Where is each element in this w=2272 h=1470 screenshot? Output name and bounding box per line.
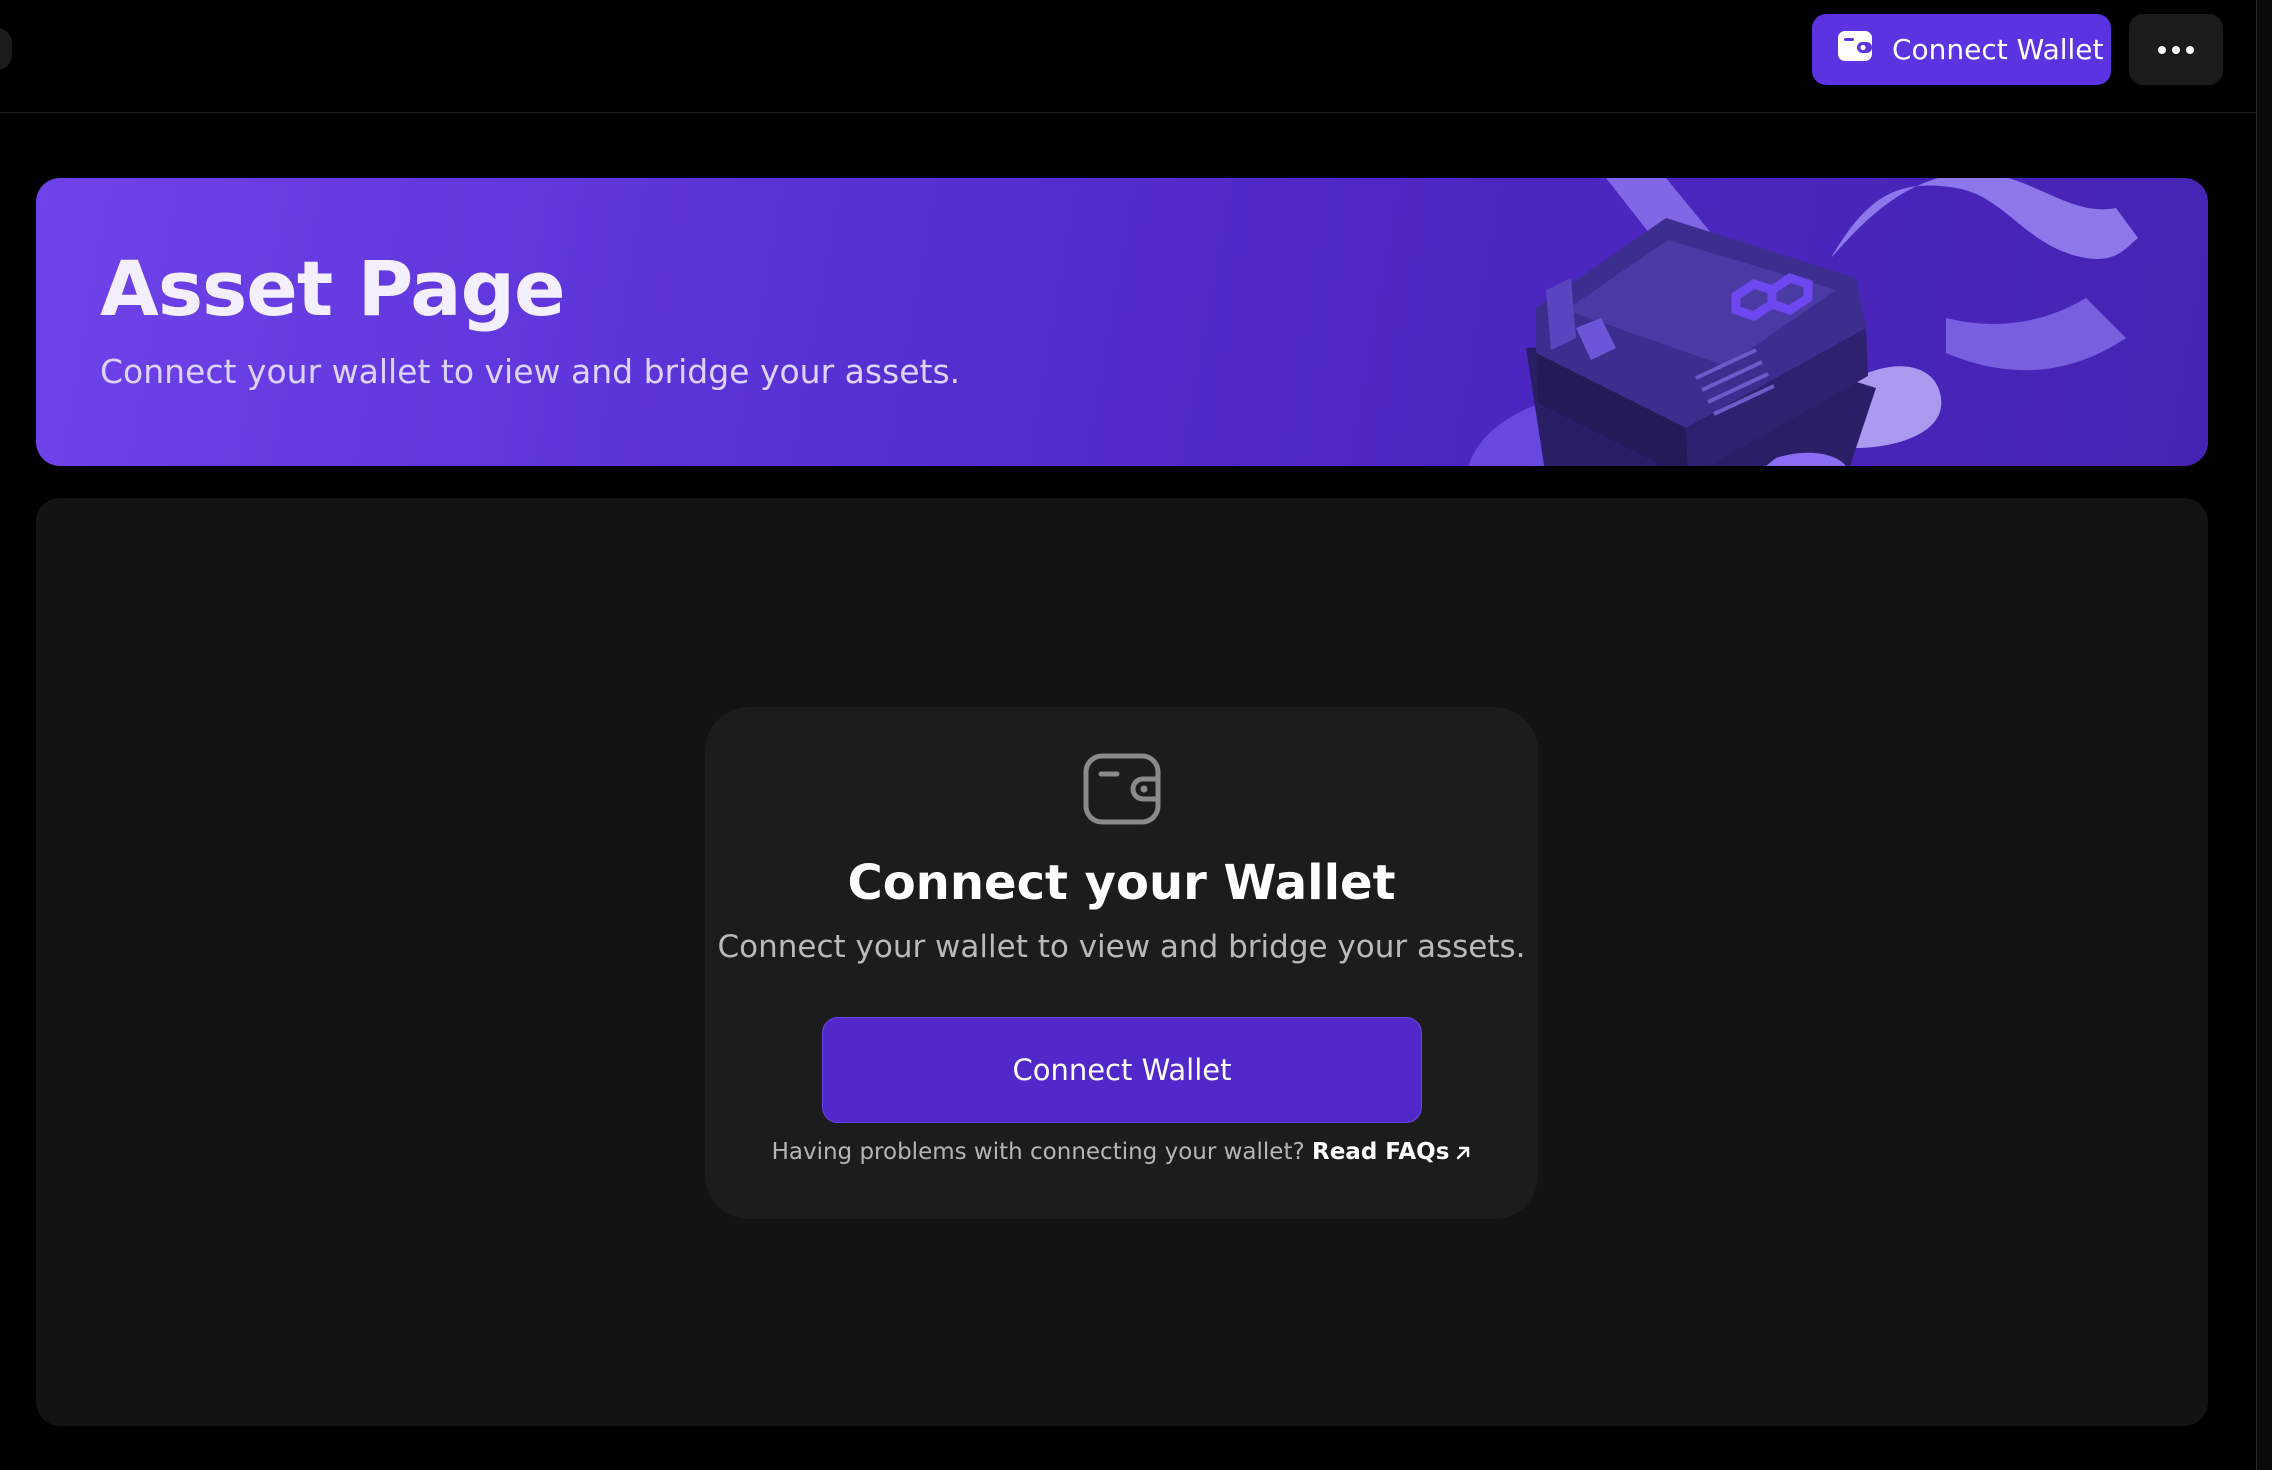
page-subtitle: Connect your wallet to view and bridge y… bbox=[100, 352, 961, 391]
connect-card-title: Connect your Wallet bbox=[847, 855, 1396, 911]
wallet-icon bbox=[1838, 31, 1872, 68]
connect-wallet-button-label: Connect Wallet bbox=[1012, 1053, 1232, 1087]
header-connect-wallet-label: Connect Wallet bbox=[1892, 33, 2104, 66]
more-options-button[interactable] bbox=[2129, 14, 2223, 85]
connect-wallet-button[interactable]: Connect Wallet bbox=[822, 1017, 1422, 1123]
top-bar: Connect Wallet bbox=[0, 0, 2272, 113]
asset-page-banner: Asset Page Connect your wallet to view a… bbox=[36, 178, 2208, 466]
read-faqs-link[interactable]: Read FAQs bbox=[1312, 1139, 1471, 1165]
arrow-up-right-icon bbox=[1455, 1141, 1471, 1167]
read-faqs-label: Read FAQs bbox=[1312, 1139, 1450, 1165]
scrollbar-track[interactable] bbox=[2256, 0, 2272, 1470]
help-row: Having problems with connecting your wal… bbox=[705, 1139, 1538, 1167]
connect-wallet-card: Connect your Wallet Connect your wallet … bbox=[705, 707, 1538, 1219]
wallet-illustration bbox=[1468, 178, 2138, 466]
connect-card-subtitle: Connect your wallet to view and bridge y… bbox=[717, 929, 1526, 965]
header-connect-wallet-button[interactable]: Connect Wallet bbox=[1812, 14, 2111, 85]
wallet-icon bbox=[1083, 753, 1161, 825]
page-title: Asset Page bbox=[100, 244, 566, 333]
sidebar-toggle[interactable] bbox=[0, 28, 12, 70]
help-text: Having problems with connecting your wal… bbox=[771, 1139, 1305, 1165]
more-icon bbox=[2155, 45, 2197, 54]
